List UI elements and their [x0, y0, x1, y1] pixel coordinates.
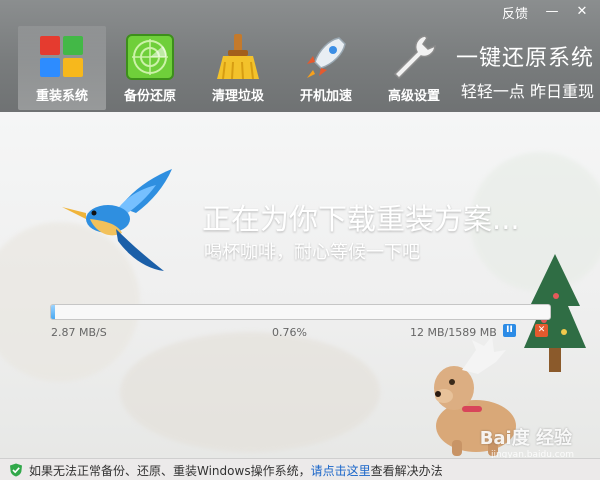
background-blur — [120, 332, 380, 452]
slogan: 一键还原系统 轻轻一点 昨日重现 — [456, 40, 594, 102]
slogan-sub: 轻轻一点 昨日重现 — [460, 82, 594, 101]
download-panel: 正在为你下载重装方案... 喝杯咖啡，耐心等候一下吧 2.87 MB/S 0.7… — [0, 112, 600, 458]
nav-clean-junk[interactable]: 清理垃圾 — [194, 26, 282, 110]
watermark-brand: Bai度 经验 — [479, 428, 572, 449]
nav-reinstall-system[interactable]: 重装系统 — [18, 26, 106, 110]
nav-boot-speedup[interactable]: 开机加速 — [282, 26, 370, 110]
main-nav: 重装系统 备份还原 清理垃圾 开机加速 高级设置 — [18, 26, 458, 110]
footer-text-end: 查看解决办法 — [370, 463, 443, 478]
download-headline: 正在为你下载重装方案... — [202, 202, 520, 236]
footer-text: 如果无法正常备份、还原、重装Windows操作系统， — [29, 463, 311, 478]
download-percent: 0.76% — [272, 326, 307, 339]
watermark-url: jingyan.baidu.com — [490, 450, 574, 458]
wrench-icon — [393, 35, 436, 80]
top-bar: 反馈 — ✕ 重装系统 备份还原 清理垃圾 开机加速 高级设置 一键还原系统 轻… — [0, 0, 600, 113]
nav-advanced-settings[interactable]: 高级设置 — [370, 26, 458, 110]
progress-fill — [51, 305, 55, 319]
windows-logo-icon — [40, 36, 83, 77]
nav-label: 开机加速 — [299, 89, 352, 104]
footer-help-bar: 如果无法正常备份、还原、重装Windows操作系统， 请点击这里 查看解决办法 — [0, 458, 600, 480]
app-window: 反馈 — ✕ 重装系统 备份还原 清理垃圾 开机加速 高级设置 一键还原系统 轻… — [0, 0, 600, 480]
rocket-icon — [307, 37, 346, 78]
download-progress-bar — [50, 304, 551, 320]
minimize-button[interactable]: — — [540, 3, 564, 21]
download-speed: 2.87 MB/S — [51, 326, 107, 339]
bird-logo-icon — [62, 169, 172, 271]
cancel-download-button[interactable]: ✕ — [535, 324, 548, 337]
download-subline: 喝杯咖啡，耐心等候一下吧 — [204, 242, 420, 263]
nav-backup-restore[interactable]: 备份还原 — [106, 26, 194, 110]
feedback-link[interactable]: 反馈 — [496, 3, 534, 22]
close-button[interactable]: ✕ — [570, 3, 594, 21]
nav-label: 高级设置 — [387, 89, 440, 104]
slogan-main: 一键还原系统 — [455, 46, 594, 71]
nav-label: 清理垃圾 — [211, 89, 264, 104]
broom-icon — [217, 34, 259, 80]
help-link[interactable]: 请点击这里 — [311, 462, 371, 479]
window-controls: 反馈 — ✕ — [496, 0, 594, 24]
nav-label: 重装系统 — [35, 89, 88, 104]
shield-check-icon — [10, 463, 22, 477]
nav-label: 备份还原 — [123, 89, 176, 104]
radar-icon — [126, 34, 174, 80]
